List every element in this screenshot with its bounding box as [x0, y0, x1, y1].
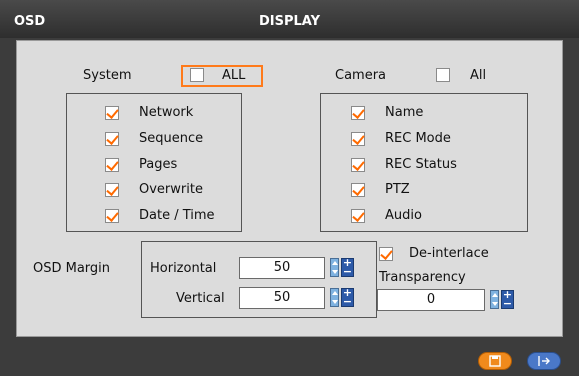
- vertical-plus-minus[interactable]: + −: [341, 287, 354, 307]
- save-button[interactable]: [478, 352, 512, 370]
- ptz-label: PTZ: [385, 182, 410, 197]
- pages-label: Pages: [139, 157, 178, 172]
- system-all-checkbox[interactable]: [190, 68, 204, 82]
- overwrite-label: Overwrite: [139, 182, 203, 197]
- camera-all-checkbox[interactable]: [436, 68, 450, 82]
- transparency-spinner[interactable]: [490, 290, 499, 309]
- spin-down-icon: [332, 300, 338, 304]
- exit-button[interactable]: [527, 352, 561, 370]
- osd-margin-group: Horizontal 50 + − Vertical 50 + −: [141, 241, 377, 318]
- transparency-label: Transparency: [379, 270, 466, 285]
- vertical-spinner[interactable]: [330, 288, 339, 307]
- date-time-checkbox[interactable]: [105, 209, 119, 223]
- horizontal-input[interactable]: 50: [239, 257, 325, 279]
- name-label: Name: [385, 105, 424, 120]
- spin-up-icon: [492, 293, 498, 297]
- system-all-label: ALL: [222, 68, 246, 83]
- network-label: Network: [139, 105, 194, 120]
- title-bar: OSD DISPLAY: [0, 0, 579, 38]
- system-label: System: [83, 68, 132, 83]
- spin-down-icon: [332, 270, 338, 274]
- camera-label: Camera: [335, 68, 387, 83]
- audio-label: Audio: [385, 208, 422, 223]
- settings-panel: System ALL Camera All Network Sequence P…: [16, 40, 563, 337]
- network-checkbox[interactable]: [105, 106, 119, 120]
- camera-all-label: All: [470, 68, 487, 83]
- save-icon: [489, 355, 501, 367]
- spin-down-icon: [492, 302, 498, 306]
- rec-status-label: REC Status: [385, 157, 457, 172]
- exit-icon: [538, 356, 550, 366]
- deinterlace-checkbox[interactable]: [379, 247, 393, 261]
- spin-up-icon: [332, 261, 338, 265]
- page-title: DISPLAY: [258, 14, 321, 29]
- sequence-label: Sequence: [139, 131, 204, 146]
- date-time-label: Date / Time: [139, 208, 215, 223]
- rec-status-checkbox[interactable]: [351, 158, 365, 172]
- transparency-input[interactable]: 0: [377, 289, 485, 311]
- overwrite-checkbox[interactable]: [105, 183, 119, 197]
- spin-up-icon: [332, 291, 338, 295]
- name-checkbox[interactable]: [351, 106, 365, 120]
- rec-mode-label: REC Mode: [385, 131, 451, 146]
- pages-checkbox[interactable]: [105, 158, 119, 172]
- horizontal-plus-minus[interactable]: + −: [341, 257, 354, 277]
- osd-display-window: OSD DISPLAY System ALL Camera All Networ…: [0, 0, 579, 376]
- sequence-checkbox[interactable]: [105, 132, 119, 146]
- ptz-checkbox[interactable]: [351, 183, 365, 197]
- vertical-input[interactable]: 50: [239, 287, 325, 309]
- horizontal-spinner[interactable]: [330, 258, 339, 277]
- osd-margin-label: OSD Margin: [33, 261, 111, 276]
- system-options-group: Network Sequence Pages Overwrite Date / …: [66, 93, 242, 232]
- camera-options-group: Name REC Mode REC Status PTZ Audio: [320, 93, 528, 232]
- transparency-plus-minus[interactable]: + −: [501, 289, 514, 309]
- audio-checkbox[interactable]: [351, 209, 365, 223]
- horizontal-label: Horizontal: [150, 261, 217, 276]
- rec-mode-checkbox[interactable]: [351, 132, 365, 146]
- deinterlace-label: De-interlace: [409, 246, 489, 261]
- vertical-label: Vertical: [176, 291, 225, 306]
